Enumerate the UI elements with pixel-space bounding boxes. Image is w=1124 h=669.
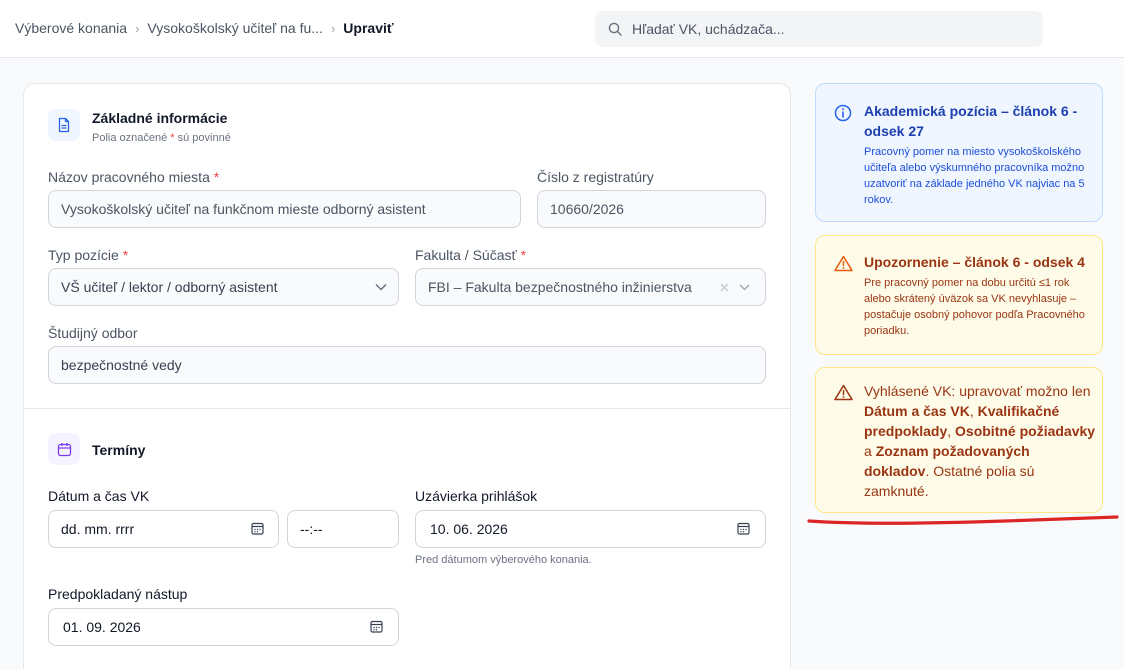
faculty-label: Fakulta / Súčasť *: [415, 247, 527, 263]
position-name-field[interactable]: Vysokoškolský učiteľ na funkčnom mieste …: [48, 190, 521, 228]
section-title-basic: Základné informácie: [92, 110, 228, 126]
breadcrumb-separator-icon: ›: [330, 20, 336, 36]
calendar-icon: [48, 433, 80, 465]
clear-icon[interactable]: [720, 283, 729, 292]
annotation-underline: [807, 515, 1119, 525]
calendar-icon[interactable]: [737, 522, 750, 535]
section-subtitle-basic: Polia označené * sú povinné: [92, 132, 231, 144]
position-label: Názov pracovného miesta *: [48, 169, 220, 185]
notice-title: Akademická pozícia – článok 6 - odsek 27: [864, 103, 1078, 139]
start-date-input[interactable]: 01. 09. 2026: [48, 608, 399, 646]
search-icon: [608, 22, 622, 36]
study-field-label: Študijný odbor: [48, 325, 138, 341]
registry-label: Číslo z registratúry: [537, 169, 654, 185]
top-bar: Výberové konania › Vysokoškolský učiteľ …: [0, 0, 1124, 58]
search-input[interactable]: [632, 11, 1032, 47]
breadcrumb-separator-icon: ›: [135, 20, 140, 36]
deadline-hint: Pred dátumom výberového konania.: [415, 554, 592, 566]
form-card: Základné informácie Polia označené * sú …: [23, 83, 791, 669]
warning-icon: [834, 255, 853, 272]
notice-body: Pracovný pomer na miesto vysokoškolského…: [864, 146, 1085, 206]
start-label: Predpokladaný nástup: [48, 586, 188, 602]
academic-position-notice: Akademická pozícia – článok 6 - odsek 27…: [815, 83, 1103, 222]
document-icon: [48, 109, 80, 141]
study-field-input[interactable]: bezpečnostné vedy: [48, 346, 766, 384]
deadline-input[interactable]: 10. 06. 2026: [415, 510, 766, 548]
position-type-select[interactable]: VŠ učiteľ / lektor / odborný asistent: [48, 268, 399, 306]
section-title-terms: Termíny: [92, 442, 146, 458]
type-label: Typ pozície *: [48, 247, 129, 263]
notice-body: Pre pracovný pomer na dobu určitú ≤1 rok…: [864, 277, 1085, 337]
section-divider: [24, 408, 790, 409]
notice-body: Vyhlásené VK: upravovať možno len Dátum …: [864, 383, 1096, 499]
info-icon: [834, 104, 852, 122]
chevron-down-icon: [375, 283, 387, 291]
date-time-label: Dátum a čas VK: [48, 488, 150, 504]
time-input[interactable]: --:--: [287, 510, 399, 548]
calendar-icon[interactable]: [370, 620, 383, 633]
notice-title: Upozornenie – článok 6 - odsek 4: [864, 254, 1085, 270]
date-input[interactable]: dd. mm. rrrr: [48, 510, 279, 548]
locked-fields-notice: Vyhlásené VK: upravovať možno len Dátum …: [815, 367, 1103, 513]
warning-notice: Upozornenie – článok 6 - odsek 4 Pre pra…: [815, 235, 1103, 355]
breadcrumb-item-competition[interactable]: Vysokoškolský učiteľ na fu...: [147, 20, 323, 36]
breadcrumb-item-current: Upraviť: [343, 20, 394, 36]
search-box[interactable]: [595, 11, 1043, 47]
faculty-select[interactable]: FBI – Fakulta bezpečnostného inžinierstv…: [415, 268, 766, 306]
registry-number-field[interactable]: 10660/2026: [537, 190, 766, 228]
chevron-down-icon: [739, 284, 750, 291]
breadcrumb: Výberové konania › Vysokoškolský učiteľ …: [15, 20, 394, 36]
breadcrumb-item-competitions[interactable]: Výberové konania: [15, 20, 127, 36]
warning-icon: [834, 384, 853, 401]
calendar-icon[interactable]: [251, 522, 264, 535]
deadline-label: Uzávierka prihlášok: [415, 488, 538, 504]
